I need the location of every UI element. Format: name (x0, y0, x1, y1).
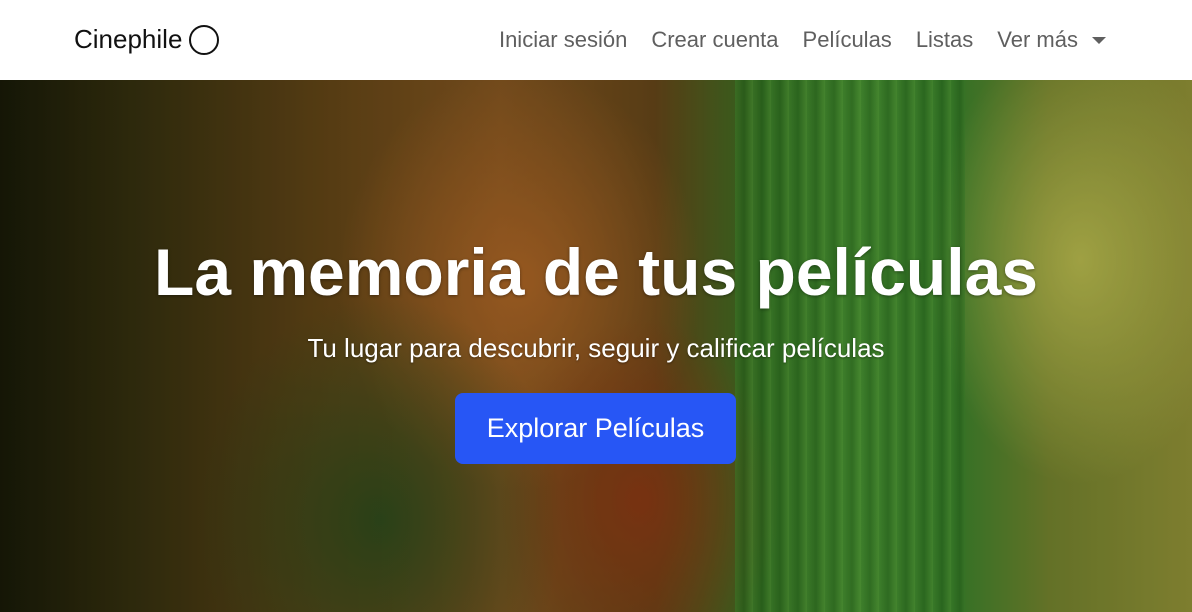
caret-down-icon (1092, 36, 1106, 44)
brand-name: Cinephile (74, 24, 183, 54)
top-navbar: Cinephile Iniciar sesión Crear cuenta Pe… (0, 0, 1192, 80)
explore-movies-button[interactable]: Explorar Películas (455, 393, 736, 464)
nav-signup-link[interactable]: Crear cuenta (651, 27, 778, 53)
nav-lists-link[interactable]: Listas (916, 27, 973, 53)
hero-subtitle: Tu lugar para descubrir, seguir y califi… (307, 333, 885, 363)
nav-links: Iniciar sesión Crear cuenta Películas Li… (499, 0, 1106, 80)
nav-movies-link[interactable]: Películas (803, 27, 892, 53)
nav-login-link[interactable]: Iniciar sesión (499, 27, 627, 53)
brand-logo[interactable]: Cinephile (74, 24, 220, 55)
hero-title: La memoria de tus películas (154, 235, 1038, 309)
nav-more-label: Ver más (997, 27, 1078, 52)
nav-more-dropdown[interactable]: Ver más (997, 27, 1106, 53)
hero-banner: La memoria de tus películas Tu lugar par… (0, 80, 1192, 612)
circle-logo-icon (189, 24, 220, 55)
